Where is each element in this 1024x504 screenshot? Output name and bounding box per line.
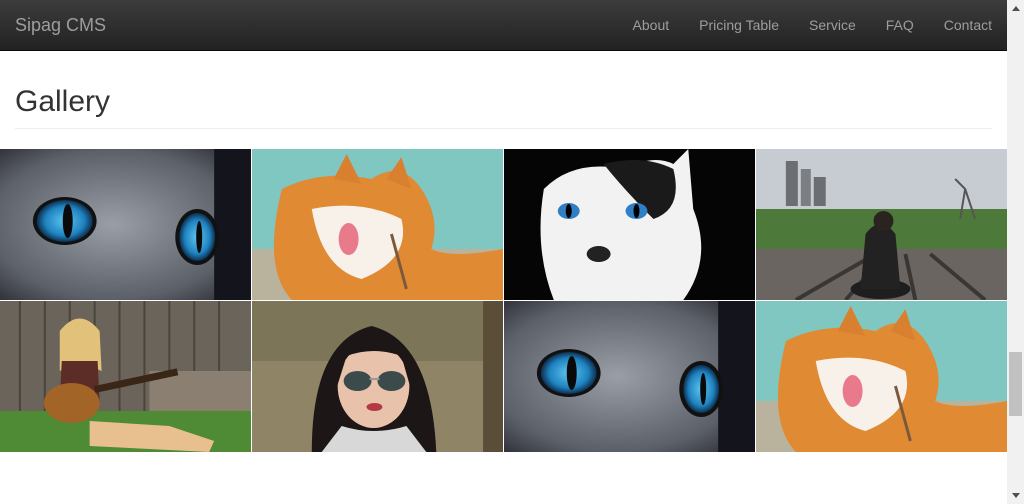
gallery-image-orange-cat[interactable] xyxy=(252,149,503,300)
nav-link-faq[interactable]: FAQ xyxy=(871,0,929,50)
cat-eyes-photo xyxy=(0,149,251,300)
scroll-thumb[interactable] xyxy=(1009,352,1022,416)
top-navbar: Sipag CMS About Pricing Table Service FA… xyxy=(0,0,1007,51)
railway-woman-photo xyxy=(756,149,1007,300)
brand-link[interactable]: Sipag CMS xyxy=(15,15,106,35)
nav-link-about[interactable]: About xyxy=(618,0,685,50)
orange-cat-photo xyxy=(252,149,503,300)
scroll-down-arrow-icon[interactable] xyxy=(1007,487,1024,504)
gallery-image-cat-eyes-2[interactable] xyxy=(504,301,755,452)
bw-cat-photo xyxy=(504,149,755,300)
gallery-image-guitar-woman[interactable] xyxy=(0,301,251,452)
guitar-woman-photo xyxy=(0,301,251,452)
gallery-grid xyxy=(0,149,1007,452)
gallery-image-railway-woman[interactable] xyxy=(756,149,1007,300)
nav-links: About Pricing Table Service FAQ Contact xyxy=(618,0,1007,50)
cat-eyes-photo-2 xyxy=(504,301,755,452)
page-title: Gallery xyxy=(15,85,111,118)
nav-link-pricing-table[interactable]: Pricing Table xyxy=(684,0,794,50)
gallery-image-sunglasses-woman[interactable] xyxy=(252,301,503,452)
orange-cat-photo-2 xyxy=(756,301,1007,452)
gallery-image-orange-cat-2[interactable] xyxy=(756,301,1007,452)
gallery-image-bw-cat[interactable] xyxy=(504,149,755,300)
scroll-up-arrow-icon[interactable] xyxy=(1007,0,1024,17)
gallery-image-cat-eyes[interactable] xyxy=(0,149,251,300)
sunglasses-woman-photo xyxy=(252,301,503,452)
vertical-scrollbar[interactable] xyxy=(1007,0,1024,504)
nav-link-service[interactable]: Service xyxy=(794,0,871,50)
nav-link-contact[interactable]: Contact xyxy=(929,0,1007,50)
page-header: Gallery xyxy=(15,87,992,129)
